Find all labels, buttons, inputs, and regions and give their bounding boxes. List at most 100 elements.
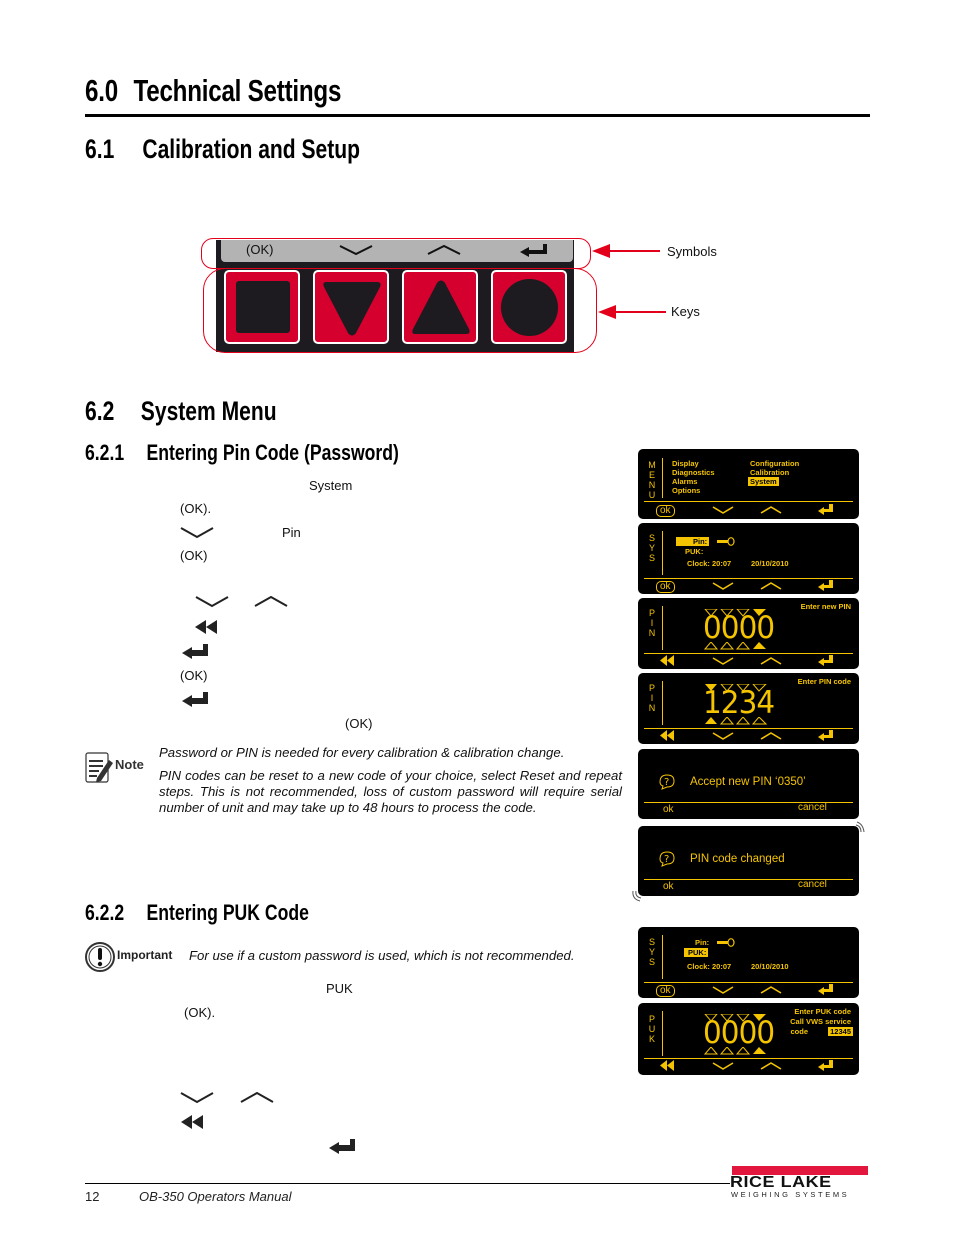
display-side-label: SYS <box>648 533 655 563</box>
display-menu: MENU Display Diagnostics Alarms Options … <box>638 449 859 519</box>
symbols-label: Symbols <box>667 244 717 259</box>
puk-field-selected: PUK: <box>684 948 709 957</box>
important-text: For use if a custom password is used, wh… <box>189 948 575 963</box>
step-ok: (OK) <box>180 668 208 683</box>
divider <box>662 681 663 725</box>
enter-icon <box>329 1139 355 1154</box>
continuation-mark <box>632 890 642 902</box>
ok-softkey: ok <box>663 881 674 892</box>
pin-digits: 1234 <box>703 685 775 721</box>
step-ok: (OK). <box>180 501 212 516</box>
brand-logo: RICE LAKE WEIGHING SYSTEMS <box>730 1166 868 1199</box>
display-side-label: SYS <box>648 937 655 967</box>
chevron-up-icon <box>254 596 288 607</box>
divider <box>644 501 853 502</box>
chapter-heading: 6.0 Technical Settings <box>85 73 341 109</box>
enter-icon <box>818 730 833 741</box>
display-side-label: MENU <box>648 460 656 500</box>
step-puk-word: PUK <box>326 981 353 996</box>
step-ok: (OK) <box>180 548 208 563</box>
puk-field: PUK: <box>685 547 704 556</box>
display-side-label: PIN <box>648 608 656 638</box>
section-number: 6.2.2 <box>85 900 125 925</box>
chevron-down-icon <box>712 657 734 665</box>
ok-softkey: ok <box>656 581 675 593</box>
clock-value: Clock: 20:07 <box>687 962 732 971</box>
pin-field: Pin: <box>695 938 710 947</box>
chevron-up-icon <box>760 732 782 740</box>
chevron-up-icon <box>760 1062 782 1070</box>
chapter-title: Technical Settings <box>133 73 342 108</box>
puk-digits: 0000 <box>703 1015 775 1051</box>
confirm-message: Accept new PIN ‘0350’ <box>690 776 806 788</box>
ok-softkey: ok <box>663 804 674 815</box>
date-value: 20/10/2010 <box>751 559 789 568</box>
symbols-callout <box>201 238 591 269</box>
display-system-puk: SYS Pin: PUK: Clock: 20:07 20/10/2010 ok <box>638 927 859 998</box>
clock-value: Clock: 20:07 <box>687 559 732 568</box>
rewind-icon <box>660 730 674 741</box>
section-number: 6.1 <box>85 134 115 164</box>
divider <box>644 728 853 729</box>
menu-item-selected: System <box>748 477 779 486</box>
display-side-label: PIN <box>648 683 656 713</box>
chevron-down-icon <box>712 506 734 514</box>
arrow-keys <box>598 305 666 319</box>
chevron-up-icon <box>760 657 782 665</box>
digit-up-markers <box>704 1047 766 1055</box>
svg-text:?: ? <box>664 777 669 788</box>
note-label: Note <box>115 757 144 772</box>
section-title: System Menu <box>140 396 277 426</box>
enter-icon <box>182 692 208 707</box>
menu-item: Calibration <box>750 468 790 477</box>
logo-tagline: WEIGHING SYSTEMS <box>731 1190 850 1199</box>
divider <box>644 1058 853 1059</box>
divider <box>644 982 853 983</box>
divider <box>662 458 663 498</box>
step-pin-word: Pin <box>282 525 301 540</box>
question-icon: ? <box>659 851 675 867</box>
chevron-up-icon <box>240 1092 274 1103</box>
key-icon <box>717 537 735 546</box>
chevron-down-icon <box>195 596 229 608</box>
display-title: Enter PIN code <box>797 677 851 686</box>
display-pin-changed: ? PIN code changed ok cancel <box>638 826 859 896</box>
display-system-pin: SYS Pin: PUK: Clock: 20:07 20/10/2010 ok <box>638 523 859 594</box>
menu-item: Options <box>672 486 701 495</box>
ok-softkey: ok <box>656 985 675 997</box>
section-title: Entering PUK Code <box>146 900 309 925</box>
chevron-down-icon <box>180 527 214 539</box>
step-ok: (OK) <box>345 716 373 731</box>
enter-icon <box>182 644 208 659</box>
divider <box>662 1011 663 1056</box>
chapter-number: 6.0 <box>85 73 118 108</box>
divider <box>662 935 663 979</box>
page-number: 12 <box>85 1189 100 1204</box>
chevron-up-icon <box>760 986 782 994</box>
important-label: Important <box>117 948 173 962</box>
section-title: Calibration and Setup <box>142 134 361 164</box>
changed-message: PIN code changed <box>690 853 785 865</box>
cancel-softkey: cancel <box>798 879 827 890</box>
menu-item: Diagnostics <box>672 468 715 477</box>
rewind-icon <box>181 1115 203 1129</box>
keys-label: Keys <box>671 304 700 319</box>
ok-softkey: ok <box>656 505 675 517</box>
rewind-icon <box>660 655 674 666</box>
section-6-2-1-heading: 6.2.1 Entering Pin Code (Password) <box>85 440 399 466</box>
pin-digits: 0000 <box>703 610 775 646</box>
menu-item: Alarms <box>672 477 698 486</box>
enter-icon <box>818 655 833 666</box>
chapter-rule <box>85 114 870 117</box>
section-number: 6.2 <box>85 396 115 426</box>
step-system-word: System <box>309 478 353 493</box>
date-value: 20/10/2010 <box>751 962 789 971</box>
section-number: 6.2.1 <box>85 440 125 465</box>
svg-text:?: ? <box>664 854 669 865</box>
display-enter-puk: PUK Enter PUK code Call VWS service code… <box>638 1003 859 1075</box>
logo-wordmark: RICE LAKE <box>730 1174 832 1191</box>
display-side-label: PUK <box>648 1014 656 1044</box>
keys-callout <box>203 268 597 353</box>
cancel-softkey: cancel <box>798 802 827 813</box>
section-6-2-2-heading: 6.2.2 Entering PUK Code <box>85 900 309 926</box>
